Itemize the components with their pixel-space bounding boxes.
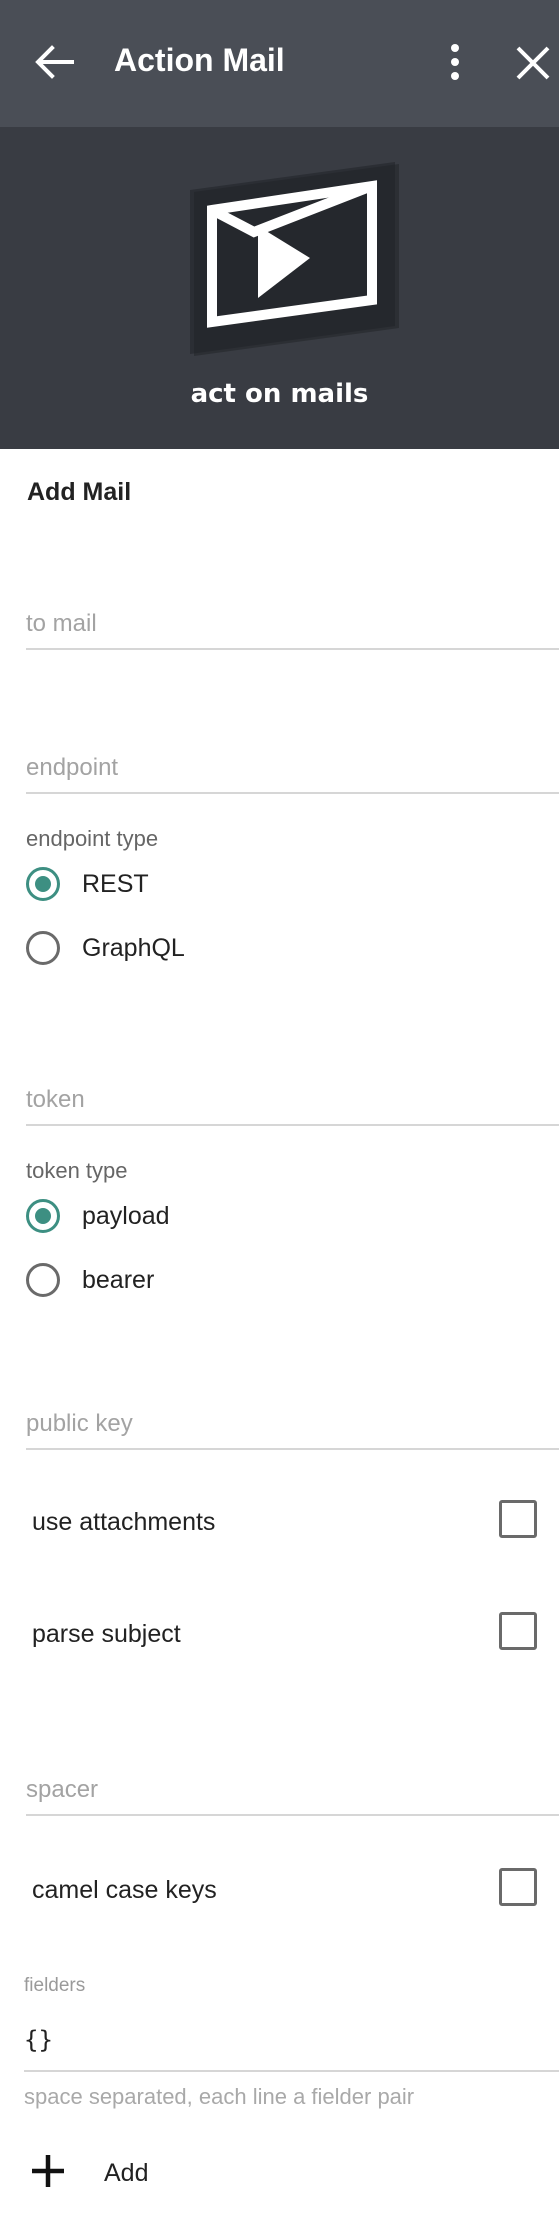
token-field [26, 1076, 559, 1128]
fielders-input[interactable]: {} [24, 2018, 559, 2072]
radio-graphql-label: GraphQL [82, 934, 185, 962]
radio-bearer-label: bearer [82, 1266, 155, 1294]
section-title: Add Mail [27, 478, 132, 506]
fielders-label: fielders [24, 1975, 86, 1996]
hero-banner: act on mails [0, 127, 559, 449]
spacer-field [26, 1766, 559, 1818]
radio-unchecked-icon [26, 931, 60, 965]
endpoint-input[interactable] [26, 744, 559, 794]
more-vert-icon [451, 44, 459, 80]
radio-graphql[interactable]: GraphQL [26, 931, 426, 971]
use-attachments-checkbox[interactable] [499, 1500, 537, 1538]
radio-payload-label: payload [82, 1202, 170, 1230]
token-type-label: token type [26, 1158, 128, 1183]
add-button-label: Add [104, 2159, 149, 2187]
camel-case-keys-checkbox[interactable] [499, 1868, 537, 1906]
radio-payload[interactable]: payload [26, 1199, 426, 1239]
to-mail-field [26, 600, 559, 652]
plus-icon [32, 2155, 64, 2187]
parse-subject-label: parse subject [32, 1620, 181, 1648]
arrow-back-icon [35, 45, 74, 79]
endpoint-field [26, 744, 559, 796]
to-mail-input[interactable] [26, 600, 559, 650]
app-bar: Action Mail [0, 0, 559, 127]
more-options-button[interactable] [440, 40, 470, 84]
app-title: Action Mail [114, 42, 285, 78]
radio-rest[interactable]: REST [26, 867, 426, 907]
use-attachments-row[interactable]: use attachments [32, 1500, 537, 1544]
radio-unchecked-icon [26, 1263, 60, 1297]
public-key-field [26, 1400, 559, 1452]
fielders-helper-text: space separated, each line a fielder pai… [24, 2084, 415, 2109]
close-icon [516, 46, 550, 80]
camel-case-keys-row[interactable]: camel case keys [32, 1868, 537, 1912]
parse-subject-checkbox[interactable] [499, 1612, 537, 1650]
add-button[interactable]: Add [28, 2147, 208, 2197]
hero-tagline: act on mails [190, 379, 369, 409]
mail-play-logo [190, 162, 399, 356]
token-input[interactable] [26, 1076, 559, 1126]
camel-case-keys-label: camel case keys [32, 1876, 217, 1904]
spacer-input[interactable] [26, 1766, 559, 1816]
radio-rest-label: REST [82, 870, 149, 898]
radio-bearer[interactable]: bearer [26, 1263, 426, 1303]
fielders-value: {} [24, 2026, 53, 2054]
back-button[interactable] [32, 40, 76, 84]
parse-subject-row[interactable]: parse subject [32, 1612, 537, 1656]
radio-checked-icon [26, 1199, 60, 1233]
close-button[interactable] [512, 42, 554, 84]
use-attachments-label: use attachments [32, 1508, 216, 1536]
public-key-input[interactable] [26, 1400, 559, 1450]
endpoint-type-label: endpoint type [26, 826, 159, 851]
radio-checked-icon [26, 867, 60, 901]
